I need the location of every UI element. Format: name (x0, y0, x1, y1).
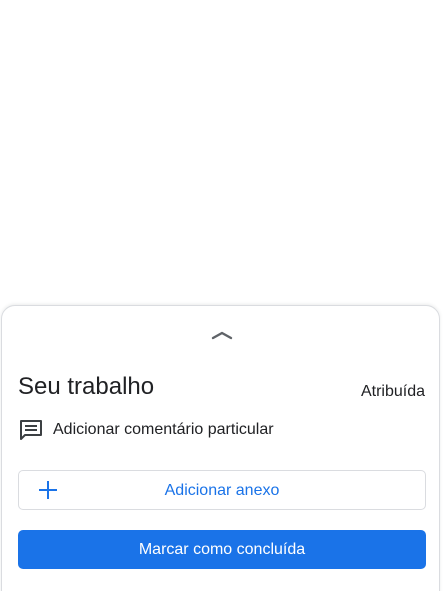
mark-as-done-label: Marcar como concluída (138, 541, 306, 558)
status-label: Atribuída (360, 383, 425, 400)
sheet-title: Seu trabalho (18, 373, 155, 400)
add-private-comment-button[interactable]: Adicionar comentário particular (18, 416, 274, 444)
your-work-sheet: Seu trabalho Atribuída Adicionar comentá… (1, 305, 440, 591)
chevron-up-icon[interactable] (210, 328, 234, 340)
add-attachment-button[interactable]: Adicionar anexo (18, 470, 426, 510)
screen: Seu trabalho Atribuída Adicionar comentá… (0, 0, 443, 591)
comment-icon (18, 418, 44, 442)
add-attachment-label: Adicionar anexo (164, 482, 280, 499)
mark-as-done-button[interactable]: Marcar como concluída (18, 530, 426, 569)
add-private-comment-label: Adicionar comentário particular (53, 421, 274, 438)
